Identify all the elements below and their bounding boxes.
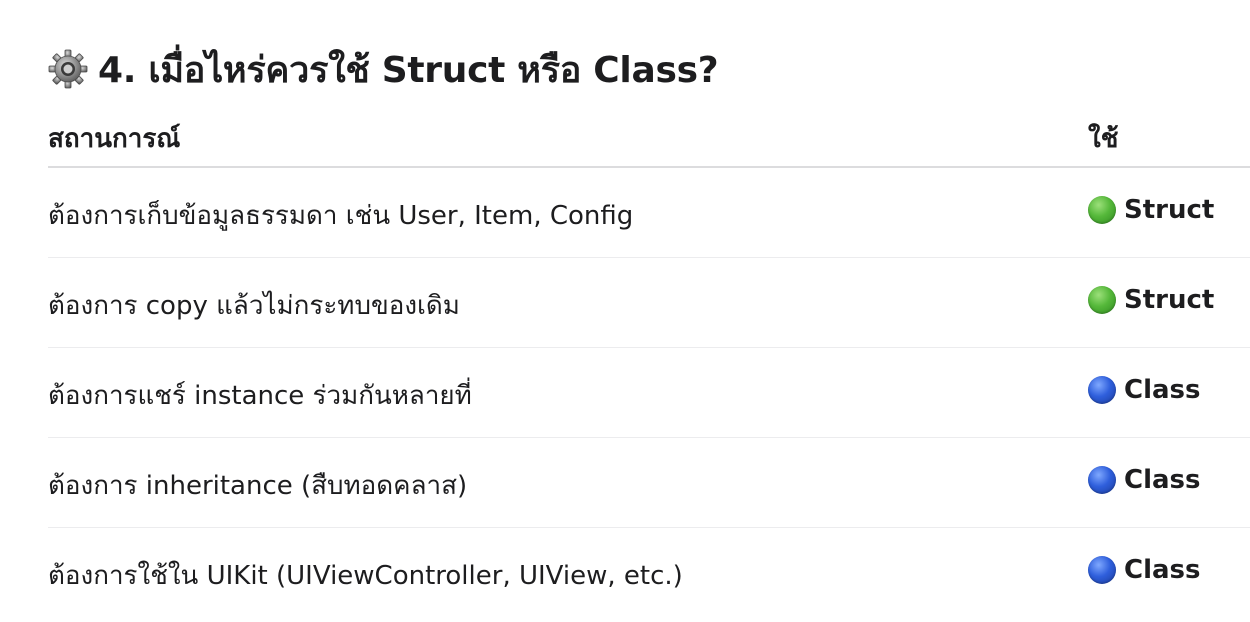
use-label: Class xyxy=(1124,375,1201,405)
table-row: ต้องการ inheritance (สืบทอดคลาส) Class xyxy=(48,438,1250,528)
use-label: Class xyxy=(1124,465,1201,495)
situation-cell: ต้องการใช้ใน UIKit (UIViewController, UI… xyxy=(48,561,683,591)
use-cell: Struct xyxy=(1088,195,1214,225)
use-cell: Class xyxy=(1088,465,1201,495)
use-cell: Class xyxy=(1088,375,1201,405)
section-heading: 4. เมื่อไหร่ควรใช้ Struct หรือ Class? xyxy=(48,42,719,96)
situation-cell: ต้องการ copy แล้วไม่กระทบของเดิม xyxy=(48,291,460,321)
comparison-table: สถานการณ์ ใช้ ต้องการเก็บข้อมูลธรรมดา เช… xyxy=(48,108,1250,617)
gear-icon xyxy=(48,49,88,89)
page-title: 4. เมื่อไหร่ควรใช้ Struct หรือ Class? xyxy=(98,49,719,91)
green-circle-icon xyxy=(1088,286,1116,314)
use-label: Struct xyxy=(1124,195,1215,225)
column-header-situation: สถานการณ์ xyxy=(48,124,181,154)
green-circle-icon xyxy=(1088,196,1116,224)
use-cell: Class xyxy=(1088,555,1201,585)
table-row: ต้องการ copy แล้วไม่กระทบของเดิม Struct xyxy=(48,258,1250,348)
blue-circle-icon xyxy=(1088,376,1116,404)
use-label: Struct xyxy=(1124,285,1215,315)
use-cell: Struct xyxy=(1088,285,1214,315)
situation-cell: ต้องการ inheritance (สืบทอดคลาส) xyxy=(48,471,468,501)
use-label: Class xyxy=(1124,555,1201,585)
situation-cell: ต้องการเก็บข้อมูลธรรมดา เช่น User, Item,… xyxy=(48,201,634,231)
table-row: ต้องการเก็บข้อมูลธรรมดา เช่น User, Item,… xyxy=(48,168,1250,258)
blue-circle-icon xyxy=(1088,556,1116,584)
situation-cell: ต้องการแชร์ instance ร่วมกันหลายที่ xyxy=(48,381,472,411)
column-header-use: ใช้ xyxy=(1088,124,1119,154)
table-row: ต้องการแชร์ instance ร่วมกันหลายที่ Clas… xyxy=(48,348,1250,438)
table-header: สถานการณ์ ใช้ xyxy=(48,108,1250,168)
blue-circle-icon xyxy=(1088,466,1116,494)
table-row: ต้องการใช้ใน UIKit (UIViewController, UI… xyxy=(48,528,1250,617)
